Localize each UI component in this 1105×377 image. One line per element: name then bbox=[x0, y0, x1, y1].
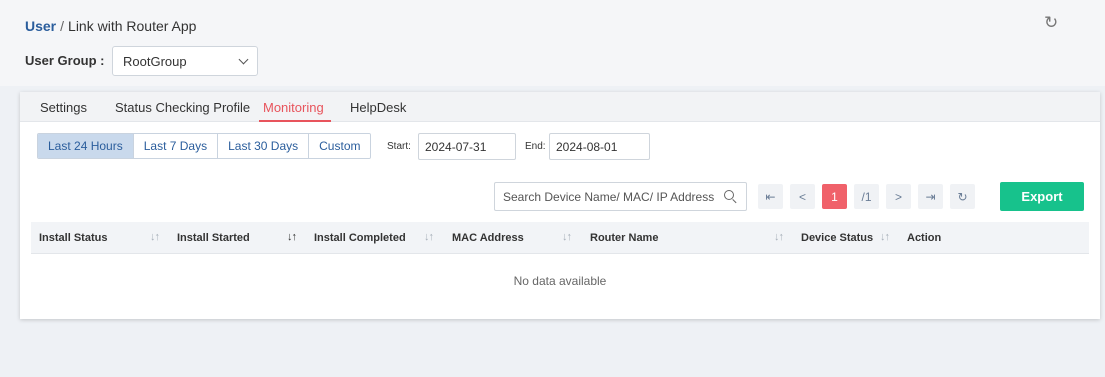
column-install-status: Install Status bbox=[39, 232, 108, 244]
column-mac-address: MAC Address bbox=[452, 232, 524, 244]
sort-icon[interactable]: ↓↑ bbox=[287, 231, 297, 243]
table-refresh-icon[interactable]: ↻ bbox=[950, 184, 975, 209]
tab-status-checking-profile[interactable]: Status Checking Profile bbox=[115, 100, 250, 115]
last-page-button[interactable]: ⇥ bbox=[918, 184, 943, 209]
end-date-label: End: bbox=[525, 141, 546, 152]
active-tab-indicator bbox=[259, 120, 331, 122]
tab-monitoring[interactable]: Monitoring bbox=[263, 100, 324, 115]
sort-icon[interactable]: ↓↑ bbox=[774, 231, 784, 243]
start-date-input[interactable]: 2024-07-31 bbox=[418, 133, 516, 160]
column-action: Action bbox=[907, 232, 942, 244]
end-date-input[interactable]: 2024-08-01 bbox=[549, 133, 650, 160]
header-area: User / Link with Router App ↻ User Group :… bbox=[0, 0, 1105, 86]
search-icon[interactable] bbox=[724, 189, 738, 204]
prev-page-button[interactable]: < bbox=[790, 184, 815, 209]
sort-icon[interactable]: ↓↑ bbox=[424, 231, 434, 243]
export-button[interactable]: Export bbox=[1000, 182, 1084, 211]
chevron-down-icon bbox=[238, 54, 249, 64]
breadcrumb-separator: / bbox=[60, 18, 65, 34]
search-placeholder: Search Device Name/ MAC/ IP Address bbox=[503, 189, 715, 204]
column-install-started: Install Started bbox=[177, 232, 250, 244]
current-page-button[interactable]: 1 bbox=[822, 184, 847, 209]
column-device-status: Device Status bbox=[801, 232, 874, 244]
range-last-24-hours-button[interactable]: Last 24 Hours bbox=[38, 134, 134, 158]
breadcrumb: User / Link with Router App bbox=[25, 18, 196, 34]
monitoring-card: Settings Status Checking Profile Monitor… bbox=[20, 92, 1100, 319]
sort-icon[interactable]: ↓↑ bbox=[150, 231, 160, 243]
total-pages: /1 bbox=[854, 184, 879, 209]
user-group-select[interactable]: RootGroup bbox=[112, 46, 258, 76]
sort-icon[interactable]: ↓↑ bbox=[880, 231, 890, 243]
range-custom-button[interactable]: Custom bbox=[309, 134, 371, 158]
user-group-label: User Group : bbox=[25, 53, 105, 68]
table-header: Install Status ↓↑ Install Started ↓↑ Ins… bbox=[31, 222, 1089, 254]
refresh-icon[interactable]: ↻ bbox=[1044, 13, 1058, 33]
tab-settings[interactable]: Settings bbox=[40, 100, 87, 115]
column-router-name: Router Name bbox=[590, 232, 659, 244]
range-last-7-days-button[interactable]: Last 7 Days bbox=[133, 134, 219, 158]
empty-table-message: No data available bbox=[513, 274, 607, 288]
tab-helpdesk[interactable]: HelpDesk bbox=[350, 100, 406, 115]
range-last-30-days-button[interactable]: Last 30 Days bbox=[218, 134, 310, 158]
column-install-completed: Install Completed bbox=[314, 232, 406, 244]
tabs-bar: Settings Status Checking Profile Monitor… bbox=[20, 92, 1100, 122]
start-date-label: Start: bbox=[387, 141, 411, 152]
breadcrumb-root[interactable]: User bbox=[25, 18, 56, 34]
sort-icon[interactable]: ↓↑ bbox=[562, 231, 572, 243]
search-input[interactable]: Search Device Name/ MAC/ IP Address bbox=[494, 182, 747, 211]
next-page-button[interactable]: > bbox=[886, 184, 911, 209]
user-group-value: RootGroup bbox=[123, 53, 187, 69]
breadcrumb-current: Link with Router App bbox=[68, 18, 197, 34]
first-page-button[interactable]: ⇤ bbox=[758, 184, 783, 209]
time-range-group: Last 24 Hours Last 7 Days Last 30 Days C… bbox=[37, 133, 372, 159]
